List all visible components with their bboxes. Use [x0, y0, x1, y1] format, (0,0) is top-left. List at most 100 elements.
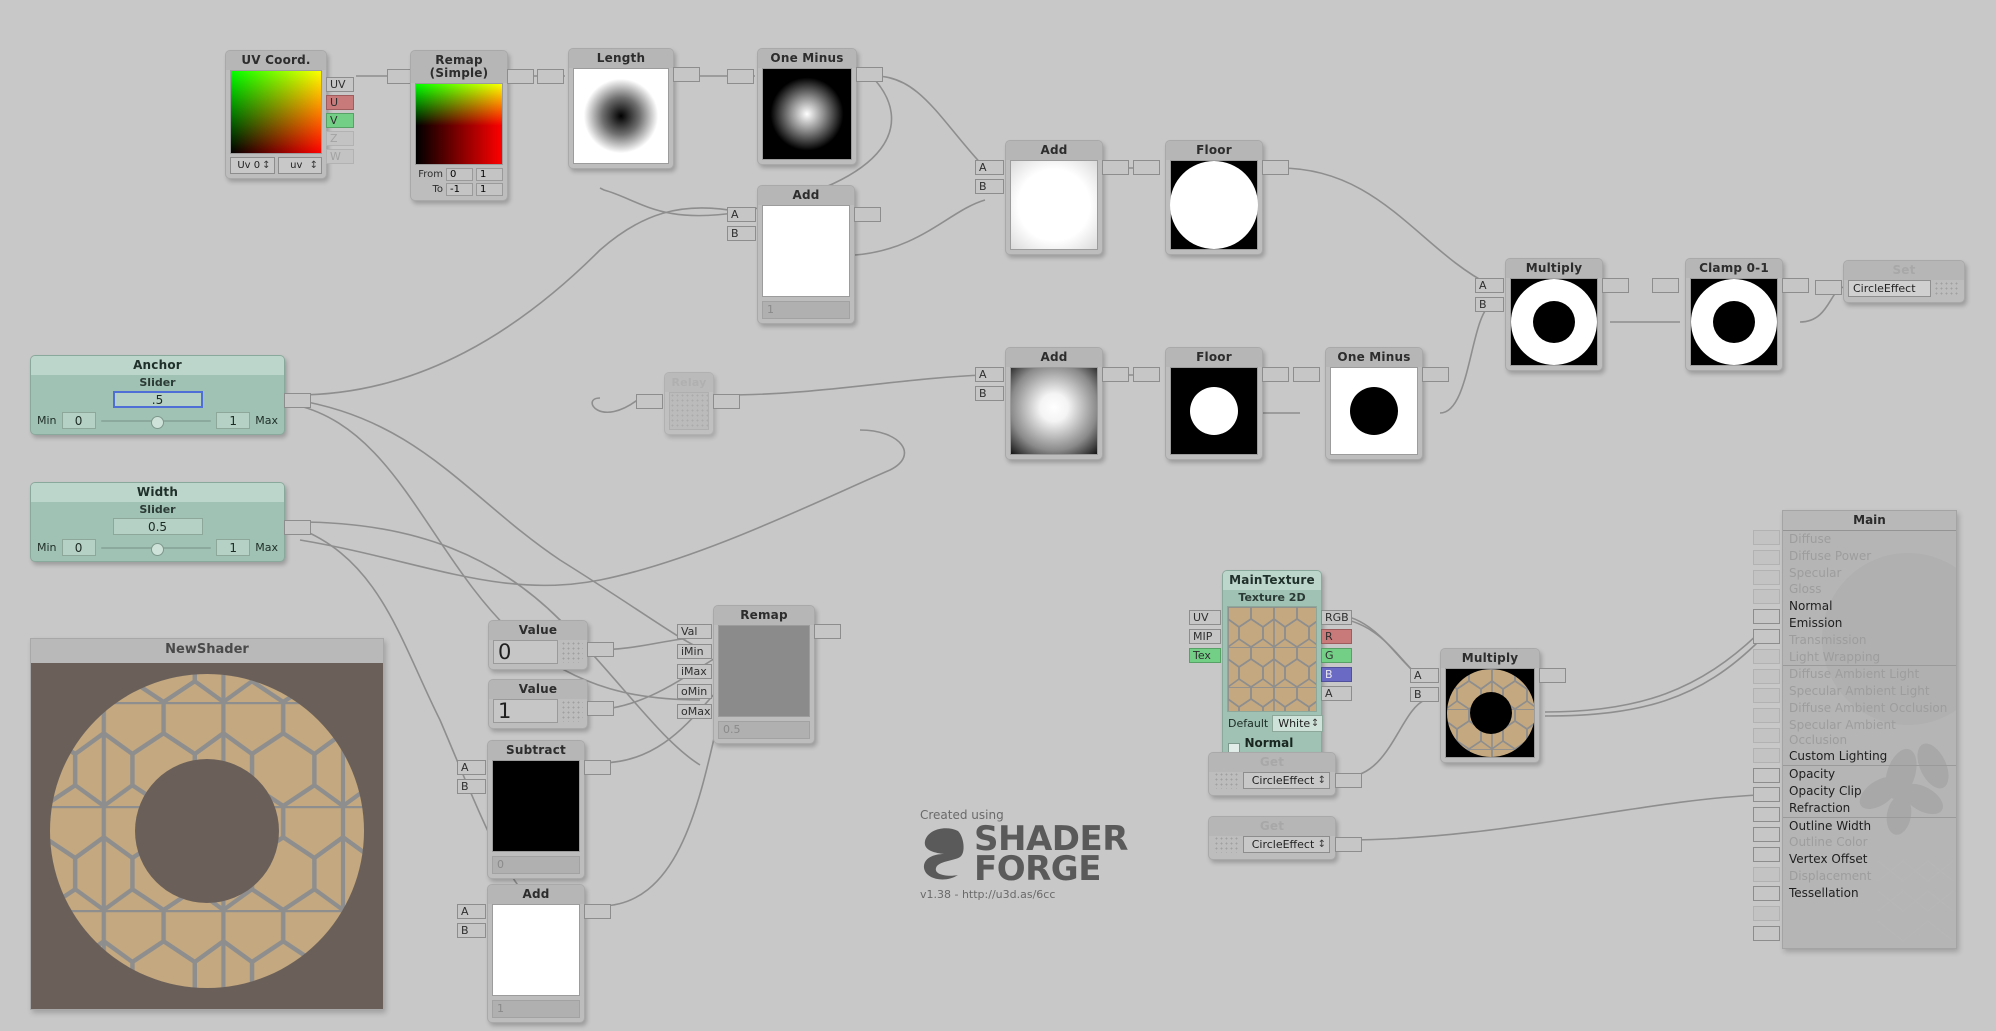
main-port-socket[interactable] [1753, 926, 1780, 941]
uv-channel-dropdown[interactable]: Uv 0 [230, 157, 275, 174]
node-anchor[interactable]: Anchor Slider .5 Min 0 1 Max [30, 355, 311, 435]
port-out-relay[interactable] [713, 394, 740, 409]
main-port-row[interactable]: Specular Ambient Occlusion [1783, 717, 1956, 749]
port-out-g[interactable]: G [1321, 648, 1352, 663]
anchor-slider[interactable] [100, 414, 212, 429]
main-port-row[interactable]: Specular [1783, 565, 1956, 582]
main-port-row[interactable]: Diffuse [1783, 531, 1956, 548]
port-out-get-two[interactable] [1335, 837, 1362, 852]
node-add-mid[interactable]: Add 1 A B [727, 185, 881, 324]
port-in-a[interactable]: A [457, 760, 486, 775]
port-out-multiply-main[interactable] [1602, 278, 1629, 293]
node-uv-coord[interactable]: UV Coord. Uv 0 uv UV U V Z W [225, 50, 354, 179]
node-get-two[interactable]: Get CircleEffect [1208, 816, 1362, 860]
main-port-row[interactable]: Custom Lighting [1783, 748, 1956, 765]
node-value-zero[interactable]: Value 0 [488, 620, 614, 670]
port-in-a[interactable]: A [975, 160, 1004, 175]
node-multiply-main[interactable]: Multiply A B [1475, 258, 1629, 371]
main-port-row[interactable]: Transmission [1783, 632, 1956, 649]
port-out-one-minus-low[interactable] [1422, 367, 1449, 382]
port-in-one-minus-top[interactable] [727, 69, 754, 84]
port-out-add-top[interactable] [1102, 160, 1129, 175]
port-in-imax[interactable]: iMax [677, 664, 712, 679]
width-value-field[interactable]: 0.5 [112, 518, 203, 535]
get-one-grip[interactable] [1214, 772, 1240, 789]
port-in-omax[interactable]: oMax [677, 704, 712, 719]
port-out-remap[interactable] [814, 624, 841, 639]
port-in-b[interactable]: B [975, 179, 1004, 194]
port-in-floor-top[interactable] [1133, 160, 1160, 175]
port-out-remap-simple[interactable] [507, 69, 534, 84]
port-out-u[interactable]: U [326, 95, 354, 110]
port-in-val[interactable]: Val [677, 624, 712, 639]
node-remap-simple[interactable]: Remap (Simple) From 0 1 To -1 1 [410, 50, 534, 201]
from-min-field[interactable]: 0 [446, 168, 473, 181]
width-slider[interactable] [100, 541, 212, 556]
port-out-add-mid[interactable] [854, 207, 881, 222]
main-output-panel[interactable]: Main Diffuse Diffuse Power Specular Glos… [1782, 510, 1957, 949]
default-texture-dropdown[interactable]: White [1272, 715, 1324, 732]
anchor-max-field[interactable]: 1 [216, 412, 251, 429]
main-port-row[interactable]: Normal [1783, 598, 1956, 615]
node-add-bottom[interactable]: Add 1 A B [457, 884, 611, 1023]
main-port-socket[interactable] [1753, 629, 1780, 644]
main-port-row[interactable]: Specular Ambient Light [1783, 683, 1956, 700]
port-in-b[interactable]: B [457, 923, 486, 938]
main-port-row[interactable]: Refraction [1783, 800, 1956, 817]
main-port-row[interactable]: Outline Color [1783, 834, 1956, 851]
port-out-anchor[interactable] [284, 393, 311, 408]
uv-set-dropdown[interactable]: uv [277, 157, 322, 174]
node-graph-canvas[interactable]: UV Coord. Uv 0 uv UV U V Z W Remap (Simp… [0, 0, 1996, 1031]
node-floor-low[interactable]: Floor [1165, 347, 1289, 460]
get-two-variable-dropdown[interactable]: CircleEffect [1243, 836, 1330, 853]
set-value-field[interactable]: CircleEffect [1848, 280, 1931, 297]
port-out-rgb[interactable]: RGB [1321, 610, 1352, 625]
main-port-socket[interactable] [1753, 609, 1780, 625]
main-port-socket[interactable] [1753, 767, 1780, 783]
node-set[interactable]: Set CircleEffect [1815, 260, 1965, 303]
port-in-set[interactable] [1815, 280, 1842, 295]
port-out-width[interactable] [284, 520, 311, 535]
node-width[interactable]: Width Slider 0.5 Min 0 1 Max [30, 482, 311, 562]
node-length[interactable]: Length [568, 48, 700, 169]
port-in-imin[interactable]: iMin [677, 644, 712, 659]
main-port-row[interactable]: Outline Width [1783, 816, 1956, 835]
main-port-row[interactable]: Diffuse Power [1783, 548, 1956, 565]
get-two-grip[interactable] [1214, 836, 1240, 853]
port-out-b[interactable]: B [1321, 667, 1352, 682]
port-in-omin[interactable]: oMin [677, 684, 712, 699]
main-port-socket[interactable] [1753, 846, 1780, 862]
port-in-one-minus-low[interactable] [1293, 367, 1320, 382]
value-zero-field[interactable]: 0 [493, 640, 558, 664]
port-in-floor-low[interactable] [1133, 367, 1160, 382]
port-out-value-zero[interactable] [587, 642, 614, 657]
port-out-length[interactable] [673, 67, 700, 82]
port-in-length[interactable] [537, 69, 564, 84]
port-out-get-one[interactable] [1335, 773, 1362, 788]
shader-preview-panel[interactable]: NewShader [30, 638, 384, 1010]
port-out-a[interactable]: A [1321, 686, 1352, 701]
main-port-row[interactable]: Opacity Clip [1783, 783, 1956, 800]
main-port-row[interactable]: Light Wrapping [1783, 649, 1956, 666]
node-add-low[interactable]: Add A B [975, 347, 1129, 460]
main-port-row[interactable]: Diffuse Ambient Occlusion [1783, 700, 1956, 717]
anchor-value-field[interactable]: .5 [112, 391, 203, 408]
port-in-uv[interactable]: UV [1189, 610, 1221, 625]
node-get-one[interactable]: Get CircleEffect [1208, 752, 1362, 796]
port-in-b[interactable]: B [457, 779, 486, 794]
to-min-field[interactable]: -1 [446, 183, 473, 196]
to-max-field[interactable]: 1 [476, 183, 503, 196]
port-in-a[interactable]: A [1410, 668, 1439, 683]
port-in-b[interactable]: B [727, 226, 756, 241]
port-in-b[interactable]: B [1410, 687, 1439, 702]
node-subtract[interactable]: Subtract 0 A B [457, 740, 611, 879]
port-out-one-minus-top[interactable] [856, 67, 883, 82]
main-port-row[interactable]: Opacity [1783, 765, 1956, 783]
node-value-one[interactable]: Value 1 [488, 679, 614, 729]
node-remap[interactable]: Remap 0.5 Val iMin iMax oMin oMax [677, 605, 841, 744]
node-one-minus-low[interactable]: One Minus [1325, 347, 1449, 460]
port-out-r[interactable]: R [1321, 629, 1352, 644]
port-in-a[interactable]: A [457, 904, 486, 919]
value-one-grip[interactable] [561, 700, 583, 722]
value-zero-grip[interactable] [561, 641, 583, 663]
